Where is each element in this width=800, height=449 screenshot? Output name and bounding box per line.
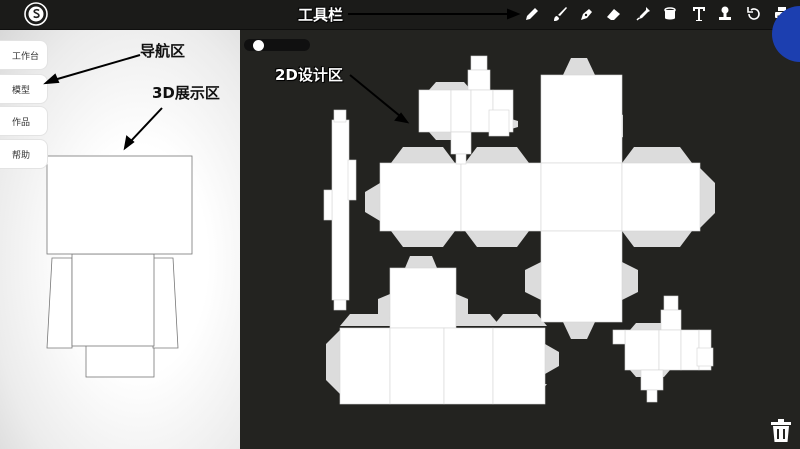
- toolbar: [0, 0, 800, 30]
- undo-icon[interactable]: [744, 4, 764, 24]
- trash-icon[interactable]: [767, 417, 795, 445]
- pencil-icon[interactable]: [522, 4, 542, 24]
- text-icon[interactable]: [688, 4, 708, 24]
- bucket-icon[interactable]: [660, 4, 680, 24]
- brush-icon[interactable]: [550, 4, 570, 24]
- app-logo[interactable]: [24, 2, 48, 26]
- nav-item-models[interactable]: 模型: [0, 74, 48, 104]
- nav-area-annotation: 导航区: [140, 42, 186, 60]
- zoom-slider-knob[interactable]: [253, 40, 264, 51]
- nav-item-workbench[interactable]: 工作台: [0, 40, 48, 70]
- eyedropper-icon[interactable]: [633, 4, 653, 24]
- 2d-design-annotation: 2D设计区: [275, 66, 343, 85]
- nav-item-works[interactable]: 作品: [0, 106, 48, 136]
- 2d-design-canvas[interactable]: [240, 30, 800, 449]
- pen-icon[interactable]: [577, 4, 597, 24]
- eraser-icon[interactable]: [604, 4, 624, 24]
- 3d-display-annotation: 3D展示区: [152, 84, 220, 102]
- toolbar-annotation: 工具栏: [298, 6, 344, 25]
- nav-item-help[interactable]: 帮助: [0, 139, 48, 169]
- stamp-icon[interactable]: [715, 4, 735, 24]
